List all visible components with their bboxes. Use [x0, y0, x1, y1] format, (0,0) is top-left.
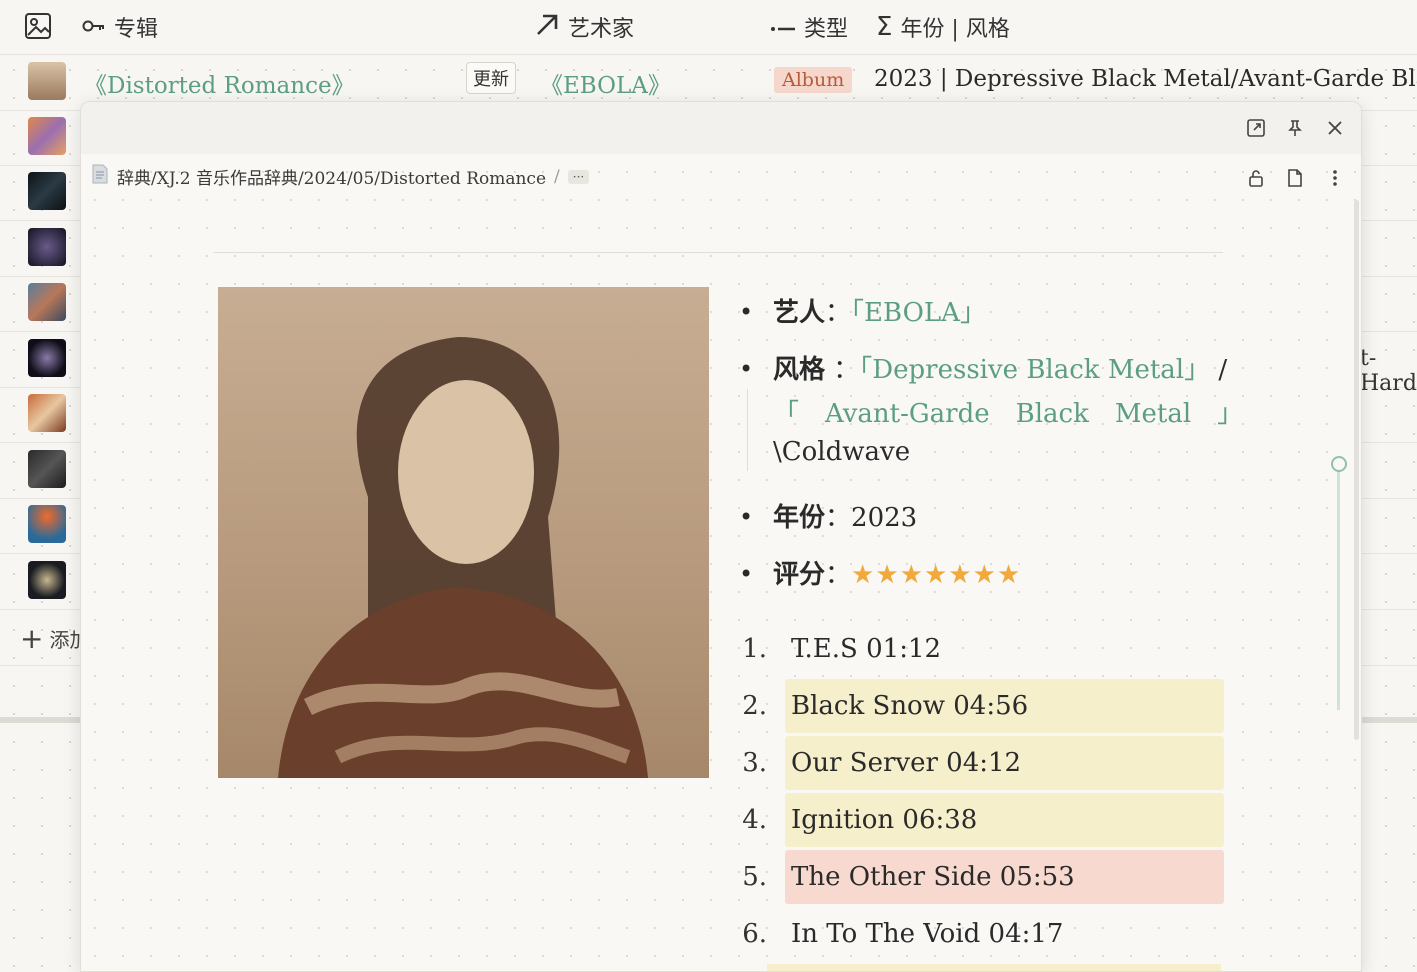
album-cover-thumbnail[interactable]	[28, 62, 66, 100]
more-vertical-icon[interactable]	[1323, 166, 1347, 190]
column-year-style-label: 年份 | 风格	[900, 17, 1010, 42]
breadcrumb-more-button[interactable]: ···	[567, 169, 590, 184]
scrollbar[interactable]	[1354, 200, 1359, 740]
album-cover-thumbnail[interactable]	[28, 172, 66, 210]
outline-track	[1337, 462, 1340, 710]
album-cover-thumbnail[interactable]	[28, 450, 66, 488]
album-cover-image	[218, 287, 709, 778]
hover-preview-popup[interactable]: 辞典/XJ.2 音乐作品辞典/2024/05/Distorted Romance…	[80, 101, 1362, 972]
column-artist-header[interactable]: 艺术家	[534, 10, 634, 44]
cell-text-fragment: t-Hard	[1360, 346, 1417, 396]
arrow-up-right-icon	[534, 11, 560, 43]
page-icon[interactable]	[1283, 166, 1307, 190]
table-header: 专辑 艺术家 类型 Σ 年份 | 风格	[0, 0, 1417, 55]
album-cover-thumbnail[interactable]	[28, 283, 66, 321]
list-icon	[770, 15, 796, 40]
track-item-partial	[767, 964, 1221, 971]
artist-value-link[interactable]: 「EBOLA」	[851, 298, 986, 328]
genre-label: 风格	[773, 355, 826, 385]
column-type-header[interactable]: 类型	[770, 10, 848, 44]
track-title: The Other Side 05:53	[785, 850, 1224, 904]
artist-label: 艺人	[773, 298, 826, 328]
track-number: 2.	[742, 691, 767, 721]
album-cover-thumbnail[interactable]	[28, 339, 66, 377]
type-tag[interactable]: Album	[774, 67, 853, 93]
album-cover-thumbnail[interactable]	[28, 117, 66, 155]
close-icon[interactable]	[1323, 116, 1347, 140]
track-title: In To The Void 04:17	[791, 919, 1064, 949]
column-artist-label: 艺术家	[568, 17, 635, 42]
unlock-icon[interactable]	[1244, 166, 1268, 190]
breadcrumb: 辞典/XJ.2 音乐作品辞典/2024/05/Distorted Romance…	[91, 164, 590, 189]
key-icon	[82, 15, 106, 40]
genre-text-3: \Coldwave	[773, 437, 911, 467]
album-cover-thumbnail[interactable]	[28, 561, 66, 599]
track-number: 1.	[742, 634, 767, 664]
file-icon	[91, 164, 109, 189]
track-item: 2. Black Snow 04:56	[734, 679, 1224, 733]
rating-stars: ★★★★★★★	[851, 560, 1022, 590]
year-label: 年份	[773, 503, 826, 533]
track-title: Our Server 04:12	[785, 736, 1224, 790]
track-item: 6. In To The Void 04:17	[734, 907, 1224, 961]
track-title: Ignition 06:38	[785, 793, 1224, 847]
column-album-header[interactable]: 专辑	[82, 10, 158, 44]
album-link[interactable]: 《Distorted Romance》	[84, 66, 355, 100]
expand-icon[interactable]	[1244, 116, 1268, 140]
track-number: 3.	[742, 748, 767, 778]
sigma-icon: Σ	[876, 12, 893, 42]
genre-link-1[interactable]: 「Depressive Black Metal」	[859, 355, 1210, 385]
breadcrumb-separator: /	[554, 166, 560, 187]
plus-icon: +	[20, 622, 44, 655]
track-title: Black Snow 04:56	[785, 679, 1224, 733]
artist-link[interactable]: 《EBOLA》	[540, 66, 671, 100]
genre-separator: /	[1218, 355, 1228, 385]
update-button[interactable]: 更新	[466, 62, 516, 94]
track-item: 3. Our Server 04:12	[734, 736, 1224, 790]
track-item: 4. Ignition 06:38	[734, 793, 1224, 847]
track-number: 4.	[742, 805, 767, 835]
track-item: 1. T.E.S 01:12	[734, 622, 1224, 676]
outline-marker[interactable]	[1331, 456, 1347, 472]
breadcrumb-path[interactable]: 辞典/XJ.2 音乐作品辞典/2024/05/Distorted Romance	[117, 164, 546, 189]
horizontal-rule	[213, 252, 1223, 253]
genre-link-2[interactable]: 「 Avant-Garde Black Metal 」	[773, 393, 1243, 430]
pin-icon[interactable]	[1283, 116, 1307, 140]
album-cover-thumbnail[interactable]	[28, 394, 66, 432]
image-icon[interactable]	[24, 12, 52, 46]
column-type-label: 类型	[804, 17, 849, 42]
album-cover-thumbnail[interactable]	[28, 505, 66, 543]
column-year-style-header[interactable]: Σ 年份 | 风格	[876, 10, 1010, 44]
track-item: 5. The Other Side 05:53	[734, 850, 1224, 904]
track-number: 5.	[742, 862, 767, 892]
track-title: T.E.S 01:12	[791, 634, 942, 664]
year-value: 2023	[851, 503, 918, 533]
track-number: 6.	[742, 919, 767, 949]
column-album-label: 专辑	[114, 17, 159, 42]
year-style-cell: 2023 | Depressive Black Metal/Avant-Gard…	[874, 66, 1417, 92]
popup-toolbar	[81, 102, 1361, 154]
rating-label: 评分	[773, 560, 826, 590]
album-cover-thumbnail[interactable]	[28, 228, 66, 266]
